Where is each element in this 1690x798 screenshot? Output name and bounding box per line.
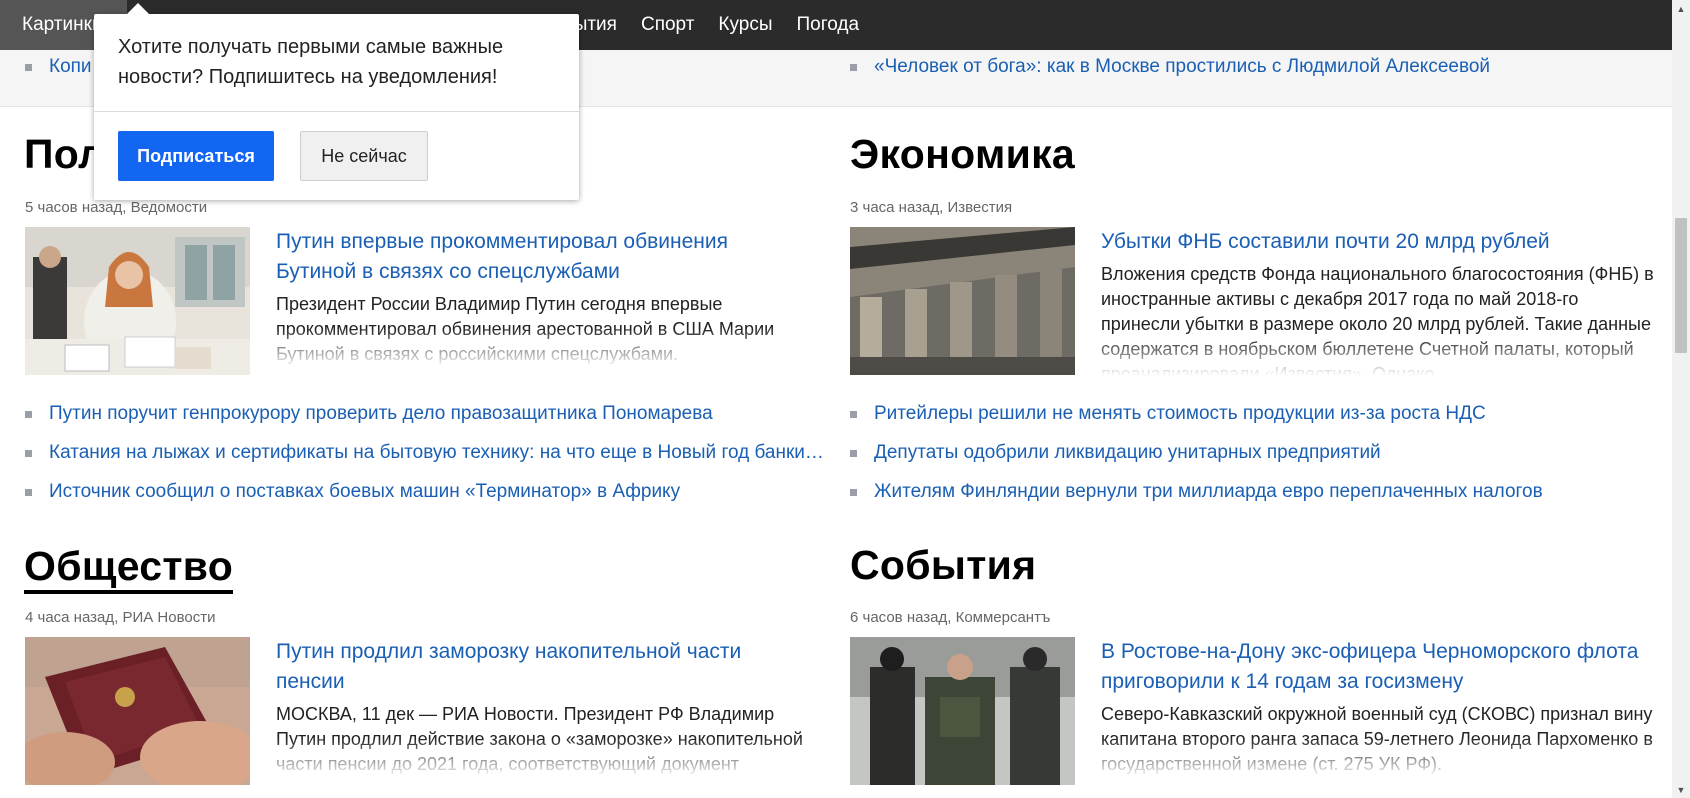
link-text: Депутаты одобрили ликвидацию унитарных п… [874,442,1381,463]
section-title-politics[interactable]: Пол [24,131,104,178]
bullet-icon [850,488,857,496]
economy-link-2[interactable]: Депутаты одобрили ликвидацию унитарных п… [850,442,1381,464]
text-fade [1101,336,1661,376]
popup-arrow [126,3,150,15]
text-fade [1101,738,1661,778]
strip-link-left-text: Копи [49,56,92,77]
politics-link-1[interactable]: Путин поручит генпрокурору проверить дел… [25,403,713,425]
link-text: Жителям Финляндии вернули три миллиарда … [874,481,1543,502]
politics-link-3[interactable]: Источник сообщил о поставках боевых маши… [25,481,680,503]
section-title-economy[interactable]: Экономика [850,131,1075,178]
strip-link-left[interactable]: Копи [25,56,92,78]
link-text: Ритейлеры решили не менять стоимость про… [874,403,1486,424]
vertical-scrollbar[interactable]: ▲ ▼ [1672,0,1690,798]
ministry-building-photo [850,227,1075,375]
article-summary: Президент России Владимир Путин сегодня … [276,292,816,368]
article-thumbnail[interactable] [25,637,250,785]
article-meta: 5 часов назад, Ведомости [25,199,208,216]
detained-officer-photo [850,637,1075,785]
scroll-up-icon[interactable]: ▲ [1672,0,1690,17]
text-fade [276,328,816,368]
notification-popup: Хотите получать первыми самые важные нов… [94,3,579,200]
article-headline[interactable]: Убытки ФНБ составили почти 20 млрд рубле… [1101,227,1651,257]
not-now-button[interactable]: Не сейчас [300,131,428,181]
nav-item-currency[interactable]: Курсы [706,0,784,50]
bullet-icon [25,410,32,418]
article-thumbnail[interactable] [850,227,1075,375]
bullet-icon [850,63,857,71]
text-fade [276,738,816,778]
bullet-icon [850,410,857,418]
article-headline[interactable]: В Ростове-на-Дону экс-офицера Черноморск… [1101,637,1661,697]
article-summary: МОСКВА, 11 дек — РИА Новости. Президент … [276,702,816,778]
strip-link-right-text: «Человек от бога»: как в Москве простили… [874,56,1491,77]
nav-item-weather[interactable]: Погода [784,0,871,50]
article-meta: 4 часа назад, РИА Новости [25,609,216,626]
economy-link-3[interactable]: Жителям Финляндии вернули три миллиарда … [850,481,1543,503]
popup-divider [94,111,579,112]
article-thumbnail[interactable] [850,637,1075,785]
pension-certificate-photo [25,637,250,785]
link-text: Источник сообщил о поставках боевых маши… [49,481,681,502]
section-title-society[interactable]: Общество [24,542,234,594]
article-headline[interactable]: Путин впервые прокомментировал обвинения… [276,227,796,287]
link-text: Катания на лыжах и сертификаты на бытову… [49,442,825,463]
woman-at-table-photo [25,227,250,375]
scroll-down-icon[interactable]: ▼ [1672,781,1690,798]
bullet-icon [25,449,32,457]
subscribe-button[interactable]: Подписаться [118,131,274,181]
nav-item-sport[interactable]: Спорт [629,0,706,50]
bullet-icon [25,63,32,71]
bullet-icon [25,488,32,496]
article-summary: Вложения средств Фонда национального бла… [1101,262,1661,376]
article-meta: 3 часа назад, Известия [850,199,1013,216]
section-title-events[interactable]: События [850,542,1036,589]
bullet-icon [850,449,857,457]
article-thumbnail[interactable] [25,227,250,375]
strip-link-right[interactable]: «Человек от бога»: как в Москве простили… [850,56,1490,78]
link-text: Путин поручит генпрокурору проверить дел… [49,403,713,424]
popup-message: Хотите получать первыми самые важные нов… [118,36,504,88]
scroll-thumb[interactable] [1675,218,1687,353]
article-headline[interactable]: Путин продлил заморозку накопительной ча… [276,637,796,697]
article-summary: Северо-Кавказский окружной военный суд (… [1101,702,1661,778]
article-meta: 6 часов назад, Коммерсантъ [850,609,1051,626]
politics-link-2[interactable]: Катания на лыжах и сертификаты на бытову… [25,442,825,464]
economy-link-1[interactable]: Ритейлеры решили не менять стоимость про… [850,403,1486,425]
